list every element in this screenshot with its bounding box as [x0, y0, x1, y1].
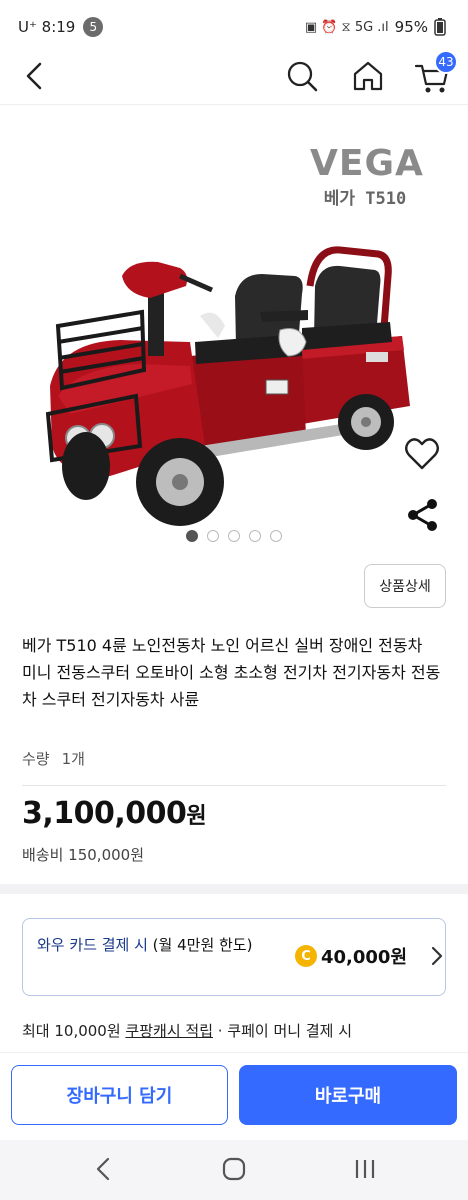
- header-divider: [0, 104, 468, 105]
- battery-icon: [434, 18, 446, 36]
- cart-count-badge: 43: [434, 50, 458, 74]
- card-promo-text: 와우 카드 결제 시 (월 4만원 한도): [37, 933, 297, 957]
- carousel-dot[interactable]: [249, 530, 261, 542]
- chevron-right-icon: [429, 945, 445, 972]
- share-button[interactable]: [404, 496, 442, 534]
- chevron-left-icon: [26, 62, 42, 90]
- carrier-time: U⁺ 8:19: [18, 18, 76, 36]
- status-right: ▣ ⏰ ⧖ 5G .ıl 95%: [305, 18, 446, 36]
- shipping-fee: 배송비 150,000원: [22, 846, 144, 864]
- system-nav-bar: [0, 1140, 468, 1200]
- price-number: 3,100,000: [22, 796, 187, 831]
- carousel-dot[interactable]: [207, 530, 219, 542]
- home-icon: [353, 61, 383, 91]
- system-home-button[interactable]: [219, 1154, 249, 1184]
- carousel-dot[interactable]: [270, 530, 282, 542]
- scooter-image: [45, 246, 410, 526]
- quantity-row: 수량 1개: [22, 748, 85, 769]
- search-button[interactable]: [284, 56, 320, 96]
- cash-prefix: 최대 10,000원: [22, 1022, 126, 1040]
- card-promo-main: 와우 카드 결제 시: [37, 936, 148, 954]
- home-button[interactable]: [350, 56, 386, 96]
- brand-logo: VEGA 베가 T510: [310, 143, 424, 210]
- price-unit: 원: [186, 804, 207, 829]
- brand-model-text: 베가 T510: [323, 189, 407, 209]
- home-square-icon: [222, 1157, 246, 1181]
- back-button[interactable]: [18, 56, 54, 96]
- cash-reward-line: 최대 10,000원 쿠팡캐시 적립 · 쿠페이 머니 결제 시: [22, 1020, 352, 1041]
- quantity-value: 1개: [61, 750, 85, 768]
- brand-logo-text: VEGA: [310, 143, 424, 184]
- coupang-cash-link[interactable]: 쿠팡캐시 적립: [125, 1022, 213, 1040]
- divider: [22, 785, 446, 786]
- add-to-cart-button[interactable]: 장바구니 담기: [11, 1065, 228, 1125]
- chevron-left-icon: [96, 1157, 110, 1181]
- product-detail-button[interactable]: 상품상세: [364, 564, 446, 608]
- coupang-cash-coin-icon: C: [295, 945, 317, 967]
- heart-icon: [405, 438, 439, 470]
- carousel-dot[interactable]: [228, 530, 240, 542]
- card-promo-amount: 40,000원: [321, 947, 408, 968]
- app-header: 43: [0, 46, 468, 106]
- status-left: U⁺ 8:19 5: [18, 17, 104, 37]
- product-image-carousel[interactable]: VEGA 베가 T510: [0, 106, 468, 556]
- carousel-indicator: [0, 530, 468, 542]
- recents-icon: [355, 1160, 375, 1178]
- buy-now-button[interactable]: 바로구매: [239, 1065, 457, 1125]
- search-icon: [287, 61, 318, 92]
- product-price: 3,100,000원: [22, 796, 207, 831]
- product-title: 베가 T510 4륜 노인전동차 노인 어르신 실버 장애인 전동차 미니 전동…: [22, 636, 441, 709]
- card-promo-sub: (월 4만원 한도): [147, 936, 253, 954]
- action-bar: 장바구니 담기 바로구매: [0, 1052, 468, 1144]
- system-recents-button[interactable]: [350, 1154, 380, 1184]
- battery-percent: 95%: [394, 18, 428, 36]
- section-divider: [0, 884, 468, 894]
- share-icon: [408, 499, 437, 531]
- cart-button[interactable]: 43: [412, 50, 458, 96]
- status-icons: ▣ ⏰ ⧖ 5G .ıl: [304, 19, 389, 35]
- card-promo-box[interactable]: 와우 카드 결제 시 (월 4만원 한도) C 40,000원: [22, 918, 446, 996]
- system-back-button[interactable]: [90, 1154, 118, 1184]
- carousel-dot[interactable]: [186, 530, 198, 542]
- notification-count-badge: 5: [83, 17, 104, 37]
- like-button[interactable]: [402, 434, 442, 474]
- quantity-label: 수량: [22, 750, 50, 768]
- cash-suffix: · 쿠페이 머니 결제 시: [213, 1022, 353, 1040]
